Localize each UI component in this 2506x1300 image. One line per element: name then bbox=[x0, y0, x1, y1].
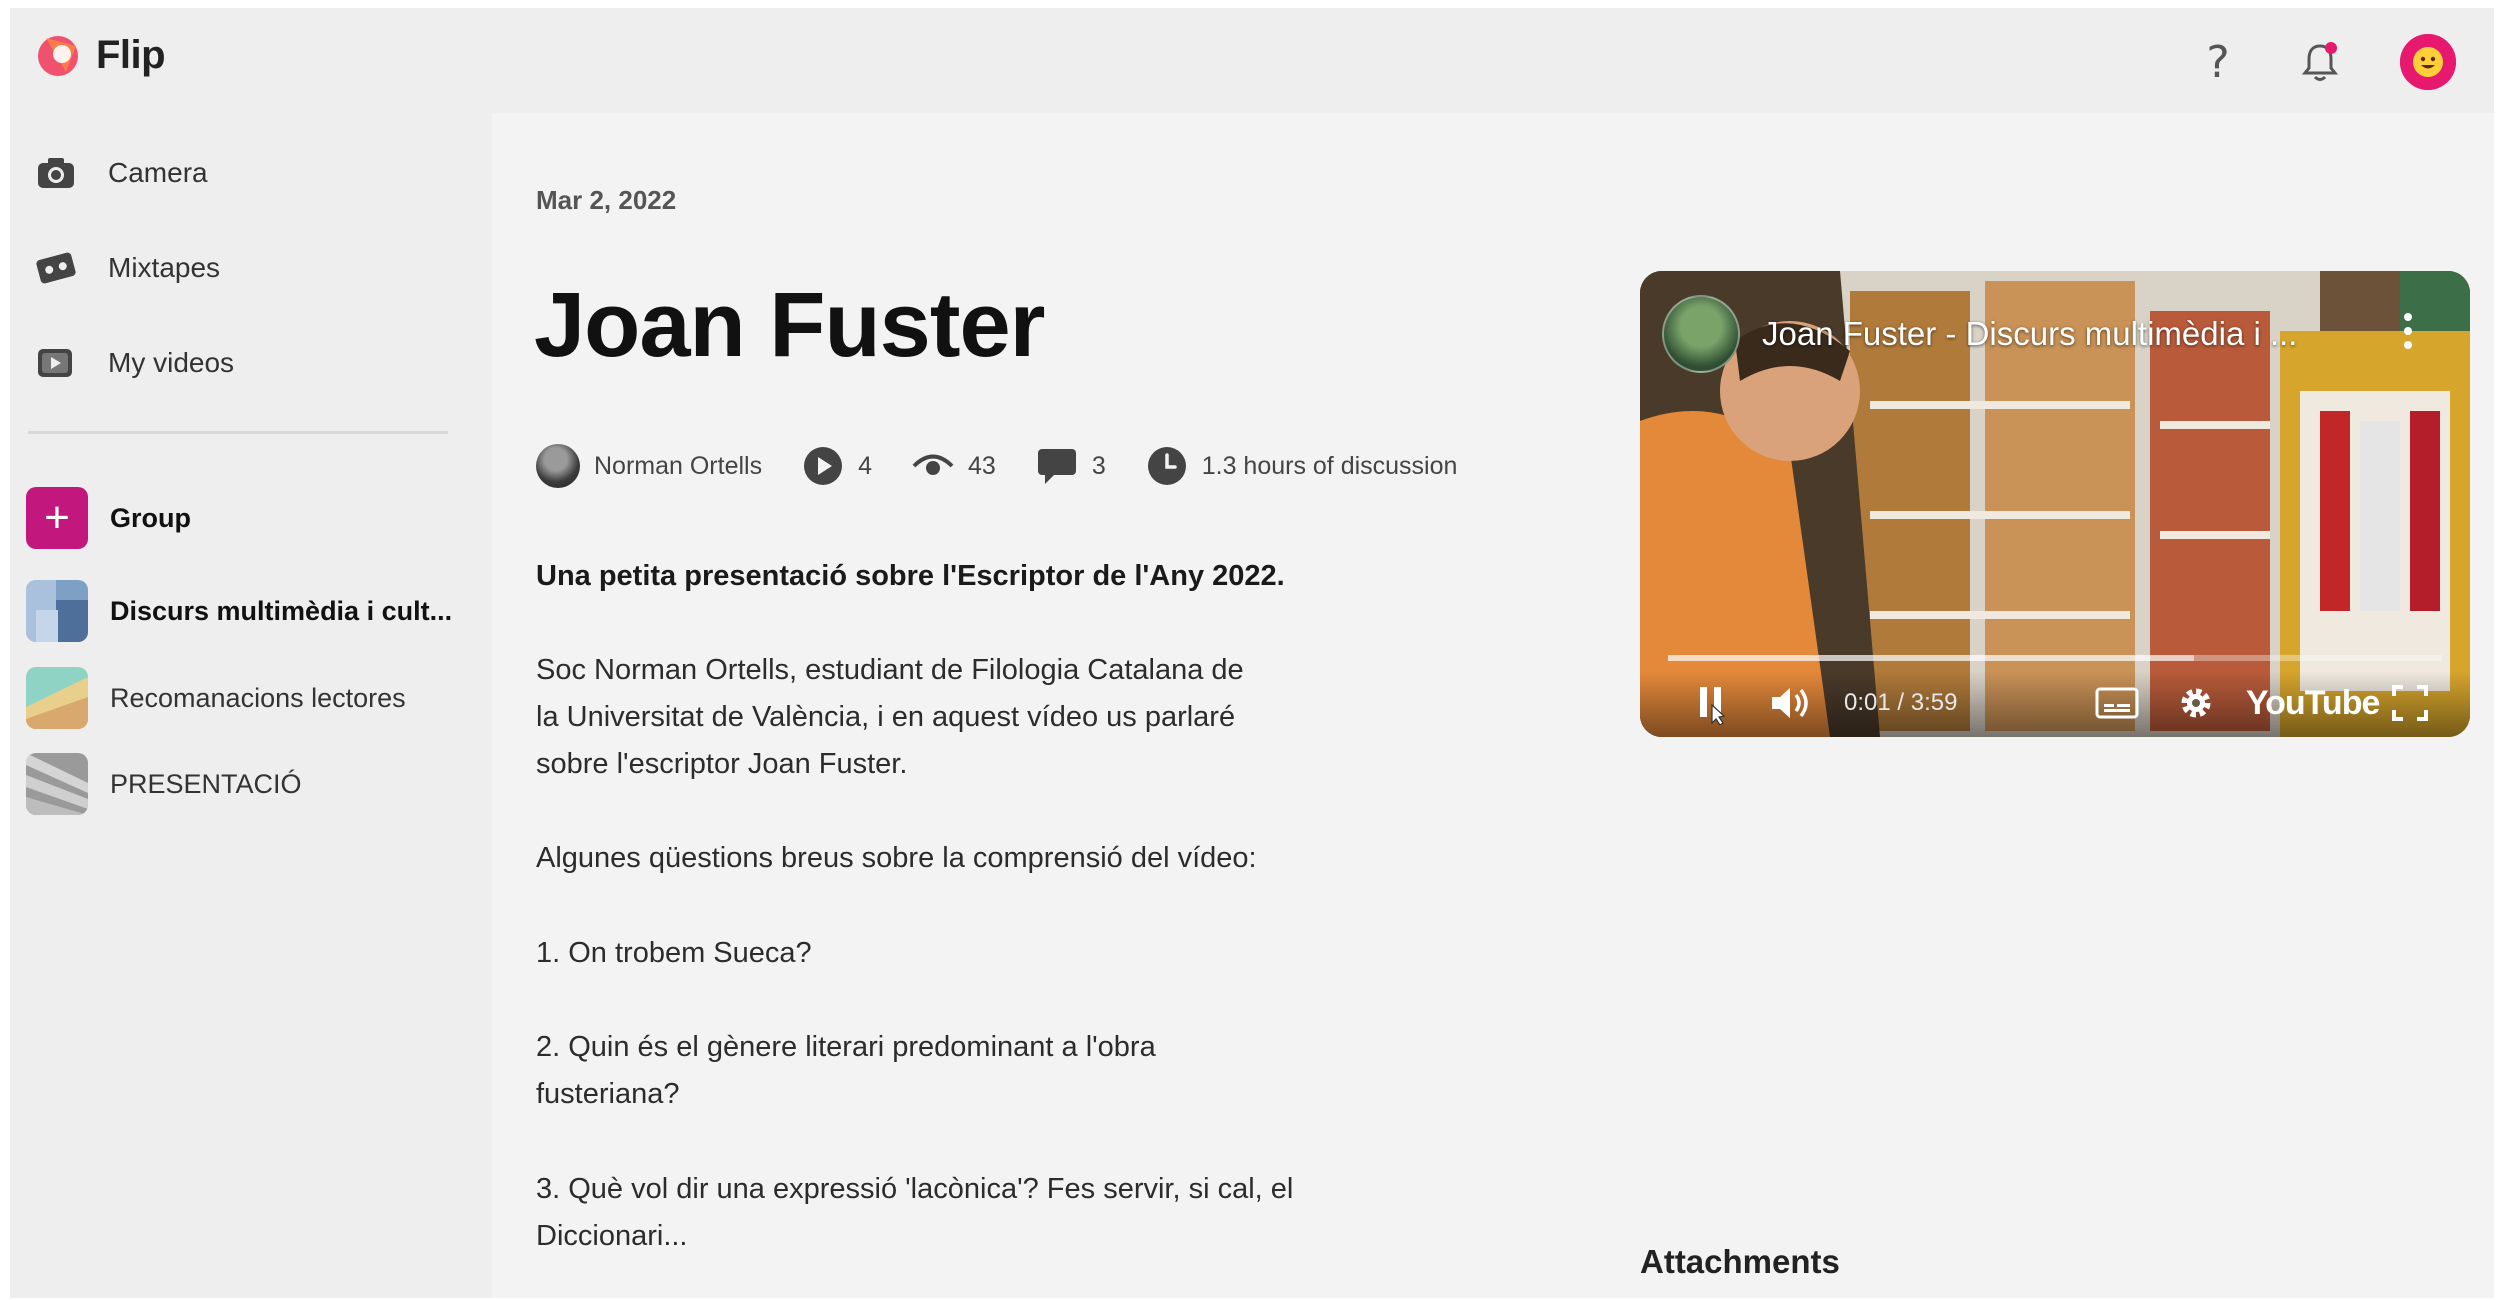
video-time: 0:01 / 3:59 bbox=[1844, 689, 1958, 716]
video-title[interactable]: Joan Fuster - Discurs multimèdia i ... bbox=[1762, 315, 2297, 353]
description-paragraph: Algunes qüestions breus sobre la compren… bbox=[536, 835, 1436, 882]
description-line: fusteriana? bbox=[536, 1078, 680, 1110]
app-name: Flip bbox=[96, 32, 166, 77]
video-icon bbox=[34, 341, 78, 385]
question-mark-icon[interactable]: ? bbox=[2190, 34, 2246, 90]
description-line: 3. Què vol dir una expressió 'lacònica'?… bbox=[536, 1173, 1294, 1205]
group-label: PRESENTACIÓ bbox=[110, 768, 302, 799]
flip-logo[interactable]: Flip bbox=[36, 32, 166, 78]
camera-icon bbox=[34, 151, 78, 195]
comment-icon bbox=[1036, 445, 1078, 487]
mixtape-icon bbox=[34, 246, 78, 290]
fullscreen-button[interactable] bbox=[2388, 681, 2432, 725]
description-paragraph: 2. Quin és el gènere literari predominan… bbox=[536, 1024, 1436, 1118]
sidebar-group-recomanacions[interactable]: Recomanacions lectores bbox=[26, 667, 406, 729]
volume-button[interactable] bbox=[1768, 681, 1814, 725]
discussion-value: 1.3 hours of discussion bbox=[1201, 451, 1458, 480]
responses-value: 4 bbox=[858, 451, 872, 480]
group-label: Recomanacions lectores bbox=[110, 682, 406, 713]
comments-count: 3 bbox=[1036, 445, 1106, 487]
user-avatar-icon[interactable] bbox=[2400, 34, 2456, 90]
description-line: Diccionari... bbox=[536, 1220, 688, 1252]
captions-icon bbox=[2095, 687, 2139, 719]
sidebar-divider bbox=[28, 431, 448, 434]
author-name: Norman Ortells bbox=[594, 451, 763, 480]
plus-icon: + bbox=[26, 487, 88, 549]
topic-panel: Mar 2, 2022 Joan Fuster Norman Ortells 4 bbox=[492, 113, 2494, 1298]
description-line: Algunes qüestions breus sobre la compren… bbox=[536, 842, 1257, 874]
author[interactable]: Norman Ortells bbox=[536, 444, 762, 488]
pause-button[interactable] bbox=[1690, 681, 1734, 725]
description-line: 1. On trobem Sueca? bbox=[536, 937, 812, 969]
eye-icon bbox=[912, 445, 954, 487]
group-thumbnail bbox=[26, 580, 88, 642]
author-avatar bbox=[536, 444, 580, 488]
pause-icon bbox=[1700, 687, 1726, 725]
group-thumbnail bbox=[26, 753, 88, 815]
topic-meta: Norman Ortells 4 43 3 1.3 hours of discu… bbox=[536, 443, 1497, 489]
sidebar-item-camera[interactable]: Camera bbox=[34, 145, 208, 201]
description-paragraph: 1. On trobem Sueca? bbox=[536, 930, 1436, 977]
bell-icon[interactable] bbox=[2292, 34, 2348, 90]
views-value: 43 bbox=[968, 451, 996, 480]
add-group-button[interactable]: + Group bbox=[26, 487, 191, 549]
sidebar-group-presentacio[interactable]: PRESENTACIÓ bbox=[26, 753, 302, 815]
more-options-icon[interactable] bbox=[2402, 311, 2414, 351]
sidebar-item-mixtapes[interactable]: Mixtapes bbox=[34, 240, 220, 296]
clock-icon bbox=[1146, 445, 1188, 487]
group-thumbnail bbox=[26, 667, 88, 729]
settings-button[interactable] bbox=[2174, 681, 2218, 725]
flip-logo-icon bbox=[36, 32, 82, 78]
sidebar-group-discurs[interactable]: Discurs multimèdia i cult... bbox=[26, 580, 452, 642]
description-line: Soc Norman Ortells, estudiant de Filolog… bbox=[536, 654, 1244, 686]
topic-date: Mar 2, 2022 bbox=[536, 185, 677, 215]
comments-value: 3 bbox=[1091, 451, 1106, 480]
topic-title: Joan Fuster bbox=[534, 274, 1045, 376]
gear-icon bbox=[2181, 688, 2211, 718]
discussion-time: 1.3 hours of discussion bbox=[1146, 445, 1458, 487]
volume-icon bbox=[1772, 688, 1808, 718]
fullscreen-icon bbox=[2392, 685, 2428, 721]
video-progress-fill bbox=[1668, 655, 2195, 661]
sidebar-item-label: My videos bbox=[108, 347, 235, 378]
attachments-heading: Attachments bbox=[1640, 1243, 1840, 1280]
description-line: 2. Quin és el gènere literari predominan… bbox=[536, 1031, 1156, 1063]
top-bar: Flip ? bbox=[10, 8, 2494, 113]
sidebar-item-label: Camera bbox=[108, 157, 208, 188]
flip-app: Flip ? Camera Mixtapes My videos + Group… bbox=[10, 8, 2494, 1298]
group-button-label: Group bbox=[110, 502, 191, 533]
views-count: 43 bbox=[912, 445, 996, 487]
description-line: la Universitat de València, i en aquest … bbox=[536, 701, 1236, 733]
sidebar: Camera Mixtapes My videos + Group Discur… bbox=[10, 113, 490, 1293]
description-paragraph: 3. Què vol dir una expressió 'lacònica'?… bbox=[536, 1166, 1436, 1260]
video-controls: 0:01 / 3:59 YouTube bbox=[1640, 671, 2470, 737]
channel-avatar[interactable] bbox=[1662, 295, 1740, 373]
youtube-logo[interactable]: YouTube bbox=[2246, 681, 2380, 725]
captions-button[interactable] bbox=[2094, 681, 2140, 725]
topic-lead: Una petita presentació sobre l'Escriptor… bbox=[536, 560, 1285, 592]
youtube-video-player[interactable]: Joan Fuster - Discurs multimèdia i ... 0… bbox=[1640, 271, 2470, 737]
responses-count: 4 bbox=[802, 445, 872, 487]
group-label: Discurs multimèdia i cult... bbox=[110, 595, 453, 626]
sidebar-item-label: Mixtapes bbox=[108, 252, 221, 283]
play-icon bbox=[802, 445, 844, 487]
description-line: sobre l'escriptor Joan Fuster. bbox=[536, 748, 908, 780]
video-progress-bar[interactable] bbox=[1668, 655, 2442, 661]
sidebar-item-my-videos[interactable]: My videos bbox=[34, 335, 234, 391]
description-paragraph: Soc Norman Ortells, estudiant de Filolog… bbox=[536, 647, 1436, 788]
